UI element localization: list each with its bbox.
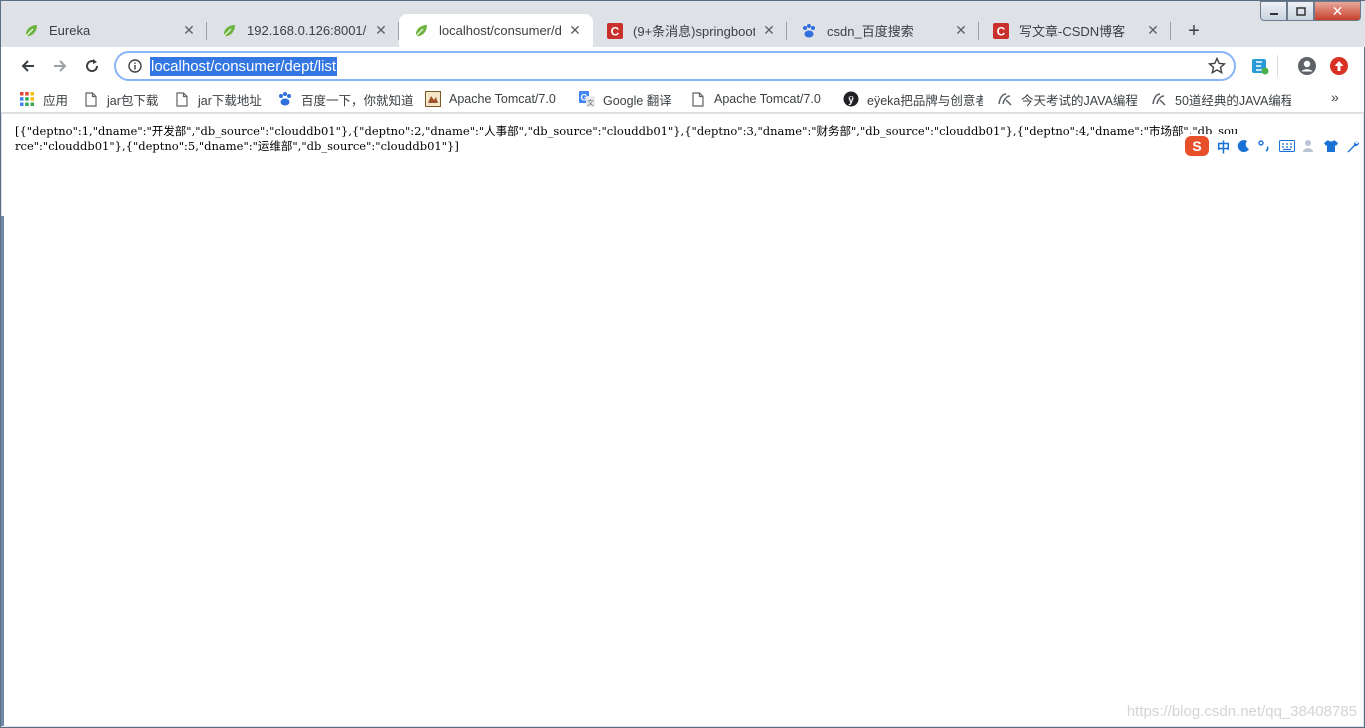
close-icon[interactable]: ✕ — [181, 22, 197, 39]
bookmark-jar-download[interactable]: jar包下载 — [83, 89, 165, 109]
ime-mode-label[interactable]: 中 — [1217, 137, 1230, 156]
bookmarks-bar: 应用 jar包下载 jar下载地址 百度一下，你就知道 Apache Tomca… — [1, 85, 1364, 113]
svg-text:C: C — [997, 24, 1006, 38]
tab-write-article[interactable]: C 写文章-CSDN博客 ✕ — [979, 14, 1171, 47]
tab-springboot[interactable]: C (9+条消息)springboot ✕ — [593, 14, 787, 47]
tab-baidu-search[interactable]: csdn_百度搜索 ✕ — [787, 14, 979, 47]
baidu-paw-icon — [277, 91, 293, 107]
reload-button[interactable] — [79, 53, 105, 79]
tab-strip: Eureka ✕ 192.168.0.126:8001/inf ✕ localh… — [1, 1, 1365, 47]
tab-title: 192.168.0.126:8001/inf — [247, 23, 367, 38]
minimize-button[interactable] — [1260, 1, 1287, 21]
minimize-icon — [1269, 13, 1278, 15]
apps-grid-icon — [19, 91, 35, 107]
close-icon[interactable]: ✕ — [1145, 22, 1161, 39]
user-icon[interactable] — [1302, 139, 1316, 153]
window-close-button[interactable]: ✕ — [1314, 1, 1361, 21]
forward-button[interactable] — [47, 53, 73, 79]
spring-leaf-icon — [23, 23, 39, 39]
tab-title: localhost/consumer/d — [439, 23, 561, 38]
reload-icon — [86, 59, 99, 73]
google-translate-icon: G文 — [579, 91, 595, 107]
toolbar-divider — [1277, 55, 1278, 77]
csdn-icon: C — [993, 22, 1009, 39]
watermark-text: https://blog.csdn.net/qq_38408785 — [1126, 703, 1357, 720]
bookmark-label: Google 翻译 — [603, 93, 672, 108]
bookmark-tomcat-1[interactable]: Apache Tomcat/7.0 — [425, 89, 565, 109]
bookmark-label: 应用 — [43, 93, 69, 108]
bookmark-label: 50道经典的JAVA编程 — [1175, 93, 1291, 108]
bookmarks-overflow-button[interactable]: » — [1331, 89, 1339, 105]
info-icon[interactable] — [120, 59, 150, 73]
bookmark-label: Apache Tomcat/7.0 — [449, 92, 556, 106]
bookmark-apps[interactable]: 应用 — [19, 89, 81, 109]
restore-icon — [1295, 7, 1306, 16]
bookmark-label: jar下载地址 — [198, 93, 262, 108]
maximize-button[interactable] — [1287, 1, 1314, 21]
punctuation-icon[interactable] — [1258, 139, 1272, 153]
tab-consumer-active[interactable]: localhost/consumer/d ✕ — [399, 14, 593, 47]
bookmark-label: 百度一下，你就知道 — [301, 93, 414, 108]
close-icon[interactable]: ✕ — [567, 22, 583, 39]
keyboard-icon[interactable] — [1279, 140, 1296, 152]
bookmark-label: eÿeka把品牌与创意者 — [867, 93, 983, 108]
tab-info[interactable]: 192.168.0.126:8001/inf ✕ — [207, 14, 399, 47]
arrow-left-icon — [21, 60, 34, 72]
baidu-paw-icon — [801, 23, 817, 39]
page-icon — [174, 91, 190, 107]
page-icon — [83, 91, 99, 107]
tomcat-icon — [425, 91, 441, 107]
bookmark-label: 今天考试的JAVA编程 — [1021, 93, 1137, 108]
bookmark-label: Apache Tomcat/7.0 — [714, 92, 821, 106]
json-response-text: [{"deptno":1,"dname":"开发部","db_source":"… — [15, 124, 1239, 153]
script-icon — [997, 91, 1013, 107]
wrench-icon[interactable] — [1346, 139, 1360, 153]
plus-icon: + — [1188, 19, 1200, 42]
csdn-icon: C — [607, 22, 623, 39]
address-bar[interactable]: localhost/consumer/dept/list — [114, 51, 1236, 81]
bookmark-tomcat-2[interactable]: Apache Tomcat/7.0 — [690, 89, 830, 109]
url-text[interactable]: localhost/consumer/dept/list — [150, 56, 338, 76]
star-icon[interactable] — [1207, 56, 1227, 75]
svg-text:S: S — [1192, 138, 1201, 154]
tab-title: csdn_百度搜索 — [827, 24, 914, 39]
bookmark-java-50[interactable]: 50道经典的JAVA编程 — [1151, 89, 1291, 109]
script-icon — [1151, 91, 1167, 107]
extension-icon[interactable] — [1249, 55, 1271, 77]
browser-window: Eureka ✕ 192.168.0.126:8001/inf ✕ localh… — [0, 0, 1365, 728]
tab-title: Eureka — [49, 23, 91, 38]
page-icon — [690, 91, 706, 107]
moon-icon[interactable] — [1237, 139, 1251, 153]
bookmark-eyeka[interactable]: ÿ eÿeka把品牌与创意者 — [843, 89, 983, 109]
arrow-right-icon — [54, 60, 67, 72]
back-button[interactable] — [15, 53, 41, 79]
shirt-icon[interactable] — [1323, 139, 1339, 153]
spring-leaf-icon — [221, 23, 237, 39]
page-content: [{"deptno":1,"dname":"开发部","db_source":"… — [2, 114, 1363, 726]
bookmark-jar-address[interactable]: jar下载地址 — [174, 89, 269, 109]
svg-text:ÿ: ÿ — [848, 95, 854, 106]
new-tab-button[interactable]: + — [1181, 18, 1207, 44]
bookmark-google-translate[interactable]: G文 Google 翻译 — [579, 89, 679, 109]
tab-title: (9+条消息)springboot — [633, 24, 755, 39]
tab-title: 写文章-CSDN博客 — [1019, 24, 1126, 39]
svg-text:C: C — [611, 24, 620, 38]
eyeka-icon: ÿ — [843, 91, 859, 107]
bookmark-label: jar包下载 — [107, 93, 159, 108]
sogou-logo-icon[interactable]: S — [1184, 135, 1210, 157]
bookmark-baidu[interactable]: 百度一下，你就知道 — [277, 89, 415, 109]
window-edge — [1, 216, 4, 726]
profile-icon[interactable] — [1296, 55, 1318, 77]
ime-toolbar: S 中 — [1181, 134, 1364, 158]
update-icon[interactable] — [1328, 55, 1350, 77]
spring-leaf-icon — [413, 23, 429, 39]
browser-toolbar: localhost/consumer/dept/list — [1, 47, 1364, 85]
close-icon[interactable]: ✕ — [373, 22, 389, 39]
svg-text:文: 文 — [587, 98, 594, 107]
close-icon[interactable]: ✕ — [953, 22, 969, 39]
close-icon[interactable]: ✕ — [761, 22, 777, 39]
bookmark-java-exam[interactable]: 今天考试的JAVA编程 — [997, 89, 1137, 109]
close-icon: ✕ — [1331, 2, 1344, 19]
tab-eureka[interactable]: Eureka ✕ — [9, 14, 207, 47]
